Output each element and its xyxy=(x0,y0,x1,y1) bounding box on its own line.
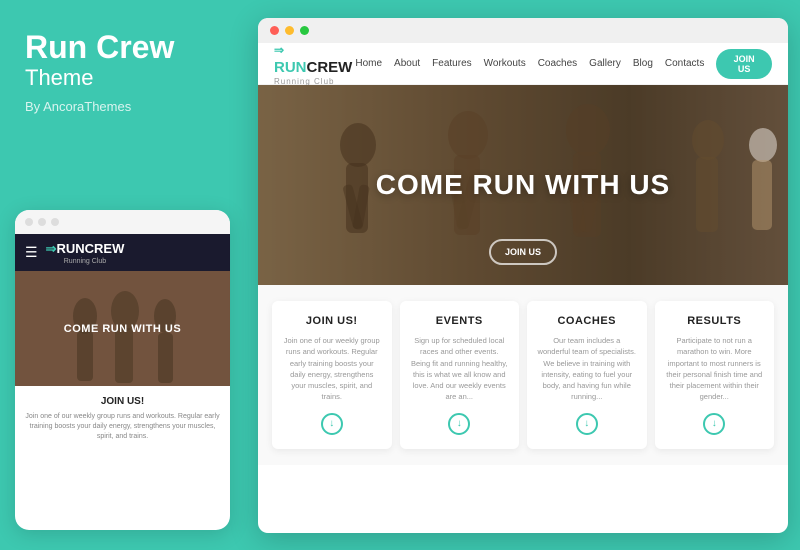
card-join-title: JOIN US! xyxy=(282,315,382,327)
brand-title: Run Crew Theme xyxy=(25,30,220,91)
browser-preview: ⇒ RUNCREW Running Club Home About Featur… xyxy=(258,18,788,533)
nav-link-blog[interactable]: Blog xyxy=(633,58,653,69)
browser-dot-green xyxy=(300,26,309,35)
mobile-dot-1 xyxy=(25,218,33,226)
mobile-logo: ⇒RUNCREW Running Club xyxy=(46,240,125,265)
browser-dot-red xyxy=(270,26,279,35)
card-coaches-title: COACHES xyxy=(537,315,637,327)
mobile-content: JOIN US! Join one of our weekly group ru… xyxy=(15,386,230,451)
card-join-text: Join one of our weekly group runs and wo… xyxy=(282,335,382,403)
card-results-title: RESULTS xyxy=(665,315,765,327)
mobile-nav: ☰ ⇒RUNCREW Running Club xyxy=(15,234,230,271)
mobile-preview: ☰ ⇒RUNCREW Running Club COME RUN WITH US xyxy=(15,210,230,530)
nav-link-gallery[interactable]: Gallery xyxy=(589,58,621,69)
nav-link-home[interactable]: Home xyxy=(355,58,382,69)
site-logo: ⇒ RUNCREW xyxy=(274,41,352,76)
nav-link-contacts[interactable]: Contacts xyxy=(665,58,704,69)
card-events: EVENTS Sign up for scheduled local races… xyxy=(400,301,520,449)
browser-titlebar xyxy=(258,18,788,43)
card-join-icon: ↓ xyxy=(321,413,343,435)
nav-link-workouts[interactable]: Workouts xyxy=(484,58,526,69)
site-hero: COME RUN WITH US JOIN US xyxy=(258,85,788,285)
site-nav-links: Home About Features Workouts Coaches Gal… xyxy=(355,58,704,69)
nav-link-features[interactable]: Features xyxy=(432,58,471,69)
card-results-icon: ↓ xyxy=(703,413,725,435)
card-coaches-text: Our team includes a wonderful team of sp… xyxy=(537,335,637,403)
brand-by: By AncoraThemes xyxy=(25,99,220,114)
card-events-text: Sign up for scheduled local races and ot… xyxy=(410,335,510,403)
mobile-dot-3 xyxy=(51,218,59,226)
hero-text: COME RUN WITH US xyxy=(376,169,670,201)
card-results-text: Participate to not run a marathon to win… xyxy=(665,335,765,403)
mobile-hero-text: COME RUN WITH US xyxy=(64,323,181,335)
mobile-section-title: JOIN US! xyxy=(25,396,220,407)
card-coaches-icon: ↓ xyxy=(576,413,598,435)
card-join: JOIN US! Join one of our weekly group ru… xyxy=(272,301,392,449)
mobile-titlebar xyxy=(15,210,230,234)
site-logo-container: ⇒ RUNCREW Running Club xyxy=(274,41,355,86)
hero-join-button[interactable]: JOIN US xyxy=(489,239,557,265)
nav-link-coaches[interactable]: Coaches xyxy=(538,58,577,69)
mobile-section-text: Join one of our weekly group runs and wo… xyxy=(25,412,220,441)
left-panel: Run Crew Theme By AncoraThemes ☰ ⇒RUNCRE… xyxy=(0,0,245,550)
browser-dot-yellow xyxy=(285,26,294,35)
card-events-icon: ↓ xyxy=(448,413,470,435)
cards-section: JOIN US! Join one of our weekly group ru… xyxy=(258,285,788,465)
card-coaches: COACHES Our team includes a wonderful te… xyxy=(527,301,647,449)
nav-join-button[interactable]: JOIN US xyxy=(716,49,772,79)
hamburger-icon: ☰ xyxy=(25,244,38,261)
mobile-hero: COME RUN WITH US xyxy=(15,271,230,386)
card-events-title: EVENTS xyxy=(410,315,510,327)
nav-link-about[interactable]: About xyxy=(394,58,420,69)
mobile-dot-2 xyxy=(38,218,46,226)
site-nav: ⇒ RUNCREW Running Club Home About Featur… xyxy=(258,43,788,85)
card-results: RESULTS Participate to not run a maratho… xyxy=(655,301,775,449)
